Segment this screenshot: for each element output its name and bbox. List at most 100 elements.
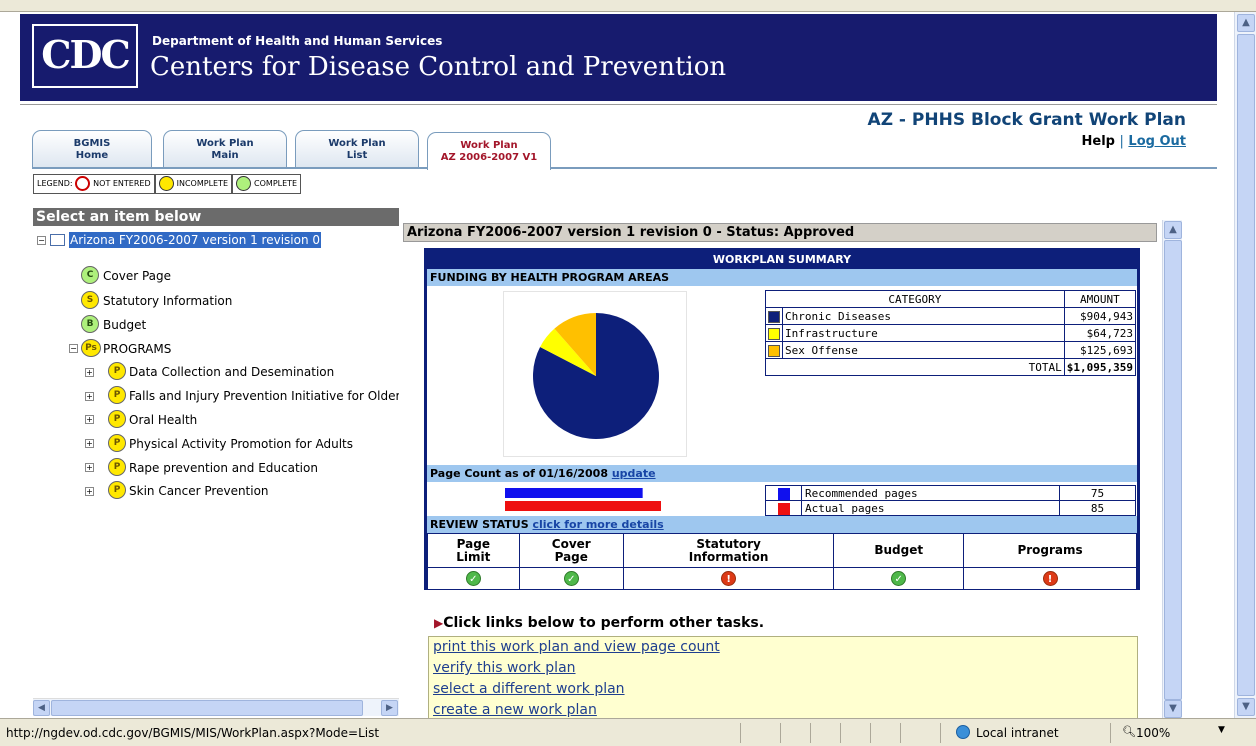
- status-divider: [840, 723, 841, 743]
- incomplete-icon: [158, 176, 174, 191]
- page-title: AZ - PHHS Block Grant Work Plan: [867, 110, 1186, 130]
- status-cell: ✓: [518, 567, 624, 590]
- right-panel-header: Arizona FY2006-2007 version 1 revision 0…: [403, 223, 1157, 242]
- legend-not-entered: NOT ENTERED: [93, 179, 151, 188]
- page-count-name: Actual pages: [801, 500, 1060, 516]
- legend-label-box: LEGEND: NOT ENTERED: [33, 174, 155, 194]
- tree-program-item[interactable]: Oral Health: [129, 412, 197, 428]
- tasks-box: print this work plan and view page count…: [428, 636, 1138, 718]
- swatch-chronic-diseases: [768, 310, 780, 323]
- expand-icon[interactable]: +: [85, 415, 94, 424]
- review-status-title: REVIEW STATUS click for more details: [427, 516, 1137, 533]
- tree-program-item[interactable]: Physical Activity Promotion for Adults: [129, 436, 353, 452]
- left-panel-hscrollbar[interactable]: ◀ ▶: [33, 698, 399, 716]
- tab-line2: List: [346, 150, 368, 161]
- tab-line1: Work Plan: [328, 138, 386, 149]
- tasks-heading: ▶Click links below to perform other task…: [434, 615, 764, 631]
- complete-badge-icon: B: [81, 315, 99, 333]
- scroll-down-icon[interactable]: ▼: [1237, 698, 1255, 716]
- col-line2: Page: [554, 549, 588, 564]
- security-zone: Local intranet: [976, 726, 1059, 740]
- zoom-level[interactable]: 100%: [1136, 726, 1170, 740]
- incomplete-badge-icon: P: [108, 410, 126, 428]
- scroll-up-icon[interactable]: ▲: [1237, 14, 1255, 32]
- zoom-dropdown-icon[interactable]: ▼: [1218, 725, 1225, 735]
- browser-vscroll-thumb[interactable]: [1237, 34, 1255, 696]
- tree-program-item[interactable]: Data Collection and Desemination: [129, 364, 334, 380]
- vscroll-thumb[interactable]: [1164, 240, 1182, 700]
- update-link[interactable]: update: [612, 467, 656, 480]
- swatch-actual: [777, 502, 790, 515]
- expand-icon[interactable]: +: [85, 439, 94, 448]
- legend-complete-box: COMPLETE: [232, 174, 302, 194]
- print-workplan-link[interactable]: print this work plan and view page count: [429, 637, 1137, 658]
- total-label: TOTAL: [765, 358, 1065, 376]
- expand-icon[interactable]: +: [85, 392, 94, 401]
- review-col-budget: Budget: [833, 533, 965, 568]
- tree-item-statutory-information[interactable]: Statutory Information: [103, 293, 232, 309]
- create-workplan-link[interactable]: create a new work plan: [429, 700, 1137, 718]
- review-details-link[interactable]: click for more details: [533, 518, 664, 531]
- swatch-sex-offense: [768, 344, 780, 357]
- logout-link[interactable]: Log Out: [1128, 134, 1186, 149]
- help-link[interactable]: Help: [1082, 134, 1115, 149]
- pie-svg: [533, 313, 659, 439]
- expand-icon[interactable]: +: [85, 463, 94, 472]
- tree-program-item[interactable]: Rape prevention and Education: [129, 460, 318, 476]
- collapse-icon[interactable]: −: [37, 236, 46, 245]
- total-amount: $1,095,359: [1063, 358, 1137, 376]
- legend-incomplete-box: INCOMPLETE: [154, 174, 233, 194]
- header-divider: [20, 101, 1217, 105]
- scroll-down-icon[interactable]: ▼: [1164, 700, 1182, 718]
- tree-item-budget[interactable]: Budget: [103, 317, 146, 333]
- expand-icon[interactable]: +: [85, 487, 94, 496]
- category-amount: $125,693: [1063, 341, 1137, 359]
- tree-item-programs[interactable]: PROGRAMS: [103, 341, 171, 357]
- status-divider: [740, 723, 741, 743]
- page-count-area: Recommended pages 75 Actual pages 85: [427, 482, 1137, 516]
- browser-vscrollbar[interactable]: ▲ ▼: [1234, 12, 1256, 718]
- incomplete-badge-icon: P: [108, 434, 126, 452]
- browser-status-bar: http://ngdev.od.cdc.gov/BGMIS/MIS/WorkPl…: [0, 718, 1256, 746]
- collapse-icon[interactable]: −: [69, 344, 78, 353]
- review-header-row: Page Limit Cover Page Statutory Information…: [427, 533, 1137, 568]
- bar-actual-pages: [505, 501, 661, 511]
- incomplete-badge-icon: Ps: [81, 339, 101, 357]
- select-workplan-link[interactable]: select a different work plan: [429, 679, 1137, 700]
- status-divider: [870, 723, 871, 743]
- expand-icon[interactable]: +: [85, 368, 94, 377]
- legend-swatch: [765, 500, 802, 516]
- check-icon: ✓: [465, 571, 481, 586]
- category-amount: $64,723: [1063, 324, 1137, 342]
- complete-badge-icon: C: [81, 266, 99, 284]
- tree-program-item[interactable]: Skin Cancer Prevention: [129, 483, 269, 499]
- legend-incomplete: INCOMPLETE: [176, 179, 229, 188]
- table-row: Recommended pages 75: [765, 485, 1136, 501]
- cdc-logo[interactable]: CDC: [32, 24, 138, 88]
- verify-workplan-link[interactable]: verify this work plan: [429, 658, 1137, 679]
- workplan-summary: WORKPLAN SUMMARY FUNDING BY HEALTH PROGR…: [424, 248, 1140, 590]
- table-row: Sex Offense $125,693: [765, 341, 1137, 359]
- tab-work-plan-list[interactable]: Work Plan List: [295, 130, 419, 168]
- tab-work-plan-current[interactable]: Work Plan AZ 2006-2007 V1: [427, 132, 551, 170]
- scroll-left-icon[interactable]: ◀: [33, 700, 50, 716]
- funding-pie-chart: [503, 291, 687, 457]
- alert-icon: !: [721, 571, 737, 586]
- col-line1: Statutory: [696, 536, 761, 551]
- review-label: REVIEW STATUS: [430, 518, 529, 531]
- scroll-up-icon[interactable]: ▲: [1164, 221, 1182, 239]
- right-panel-vscrollbar[interactable]: ▲ ▼: [1162, 220, 1182, 718]
- tree-root-workplan[interactable]: Arizona FY2006-2007 version 1 revision 0: [69, 232, 322, 248]
- tree-program-item[interactable]: Falls and Injury Prevention Initiative f…: [129, 388, 399, 404]
- tab-bgmis-home[interactable]: BGMIS Home: [32, 130, 152, 168]
- hscroll-thumb[interactable]: [51, 700, 363, 716]
- scroll-right-icon[interactable]: ▶: [381, 700, 398, 716]
- tab-line1: Work Plan: [196, 138, 254, 149]
- tab-work-plan-main[interactable]: Work Plan Main: [163, 130, 287, 168]
- incomplete-badge-icon: P: [108, 386, 126, 404]
- tree-item-cover-page[interactable]: Cover Page: [103, 268, 171, 284]
- page-count-label: Page Count as of 01/16/2008: [430, 467, 608, 480]
- page-count-name: Recommended pages: [801, 485, 1060, 501]
- zoom-icon[interactable]: 🔍︎: [1122, 725, 1136, 738]
- page-count-value: 75: [1059, 485, 1136, 501]
